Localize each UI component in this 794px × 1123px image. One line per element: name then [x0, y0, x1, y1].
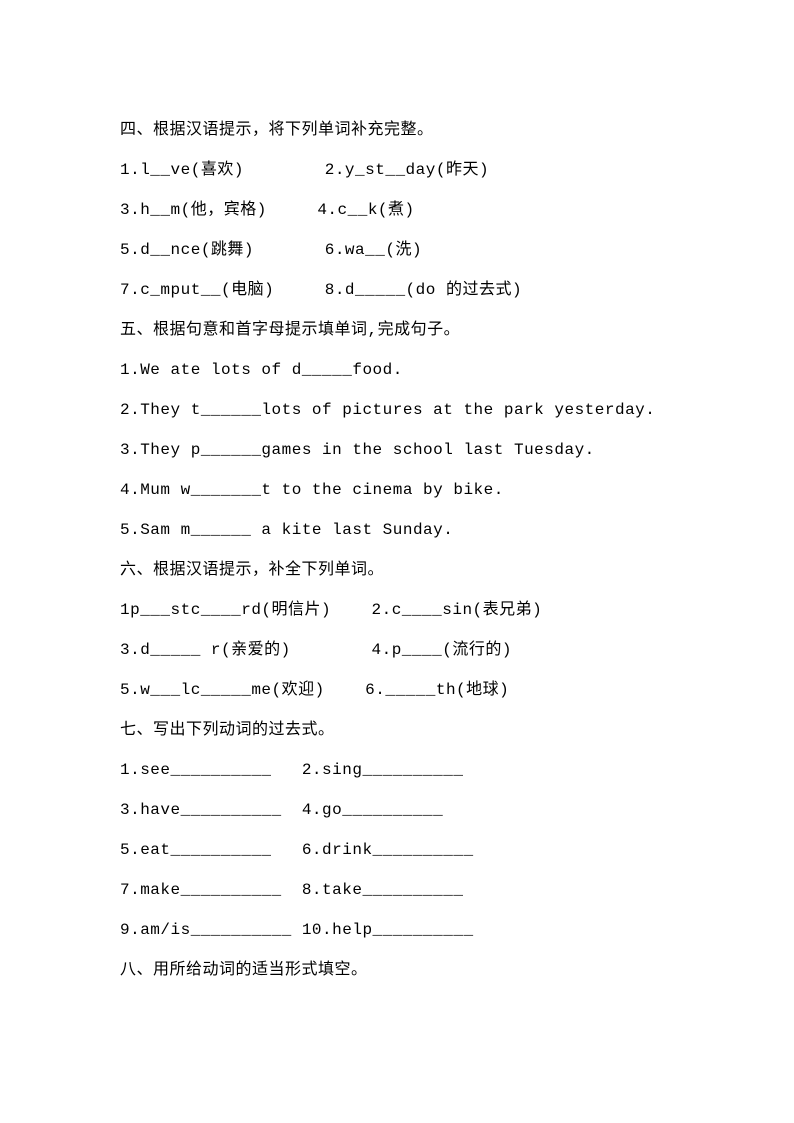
section4-item: 5.d__nce(跳舞) 6.wa__(洗): [120, 230, 674, 270]
section8-title: 八、用所给动词的适当形式填空。: [120, 950, 674, 990]
section4-item: 7.c_mput__(电脑) 8.d_____(do 的过去式): [120, 270, 674, 310]
section7-item: 7.make__________ 8.take__________: [120, 870, 674, 910]
section6-item: 1p___stc____rd(明信片) 2.c____sin(表兄弟): [120, 590, 674, 630]
section7-item: 9.am/is__________ 10.help__________: [120, 910, 674, 950]
section5-title: 五、根据句意和首字母提示填单词,完成句子。: [120, 310, 674, 350]
section7-item: 1.see__________ 2.sing__________: [120, 750, 674, 790]
section6-title: 六、根据汉语提示，补全下列单词。: [120, 550, 674, 590]
section5-item: 1.We ate lots of d_____food.: [120, 350, 674, 390]
section4-item: 3.h__m(他，宾格) 4.c__k(煮): [120, 190, 674, 230]
document-content: 四、根据汉语提示，将下列单词补充完整。 1.l__ve(喜欢) 2.y_st__…: [120, 110, 674, 990]
section7-item: 5.eat__________ 6.drink__________: [120, 830, 674, 870]
section6-item: 5.w___lc_____me(欢迎) 6._____th(地球): [120, 670, 674, 710]
section7-item: 3.have__________ 4.go__________: [120, 790, 674, 830]
section5-item: 5.Sam m______ a kite last Sunday.: [120, 510, 674, 550]
section5-item: 2.They t______lots of pictures at the pa…: [120, 390, 674, 430]
section6-item: 3.d_____ r(亲爱的) 4.p____(流行的): [120, 630, 674, 670]
section7-title: 七、写出下列动词的过去式。: [120, 710, 674, 750]
section5-item: 4.Mum w_______t to the cinema by bike.: [120, 470, 674, 510]
section4-title: 四、根据汉语提示，将下列单词补充完整。: [120, 110, 674, 150]
section5-item: 3.They p______games in the school last T…: [120, 430, 674, 470]
section4-item: 1.l__ve(喜欢) 2.y_st__day(昨天): [120, 150, 674, 190]
